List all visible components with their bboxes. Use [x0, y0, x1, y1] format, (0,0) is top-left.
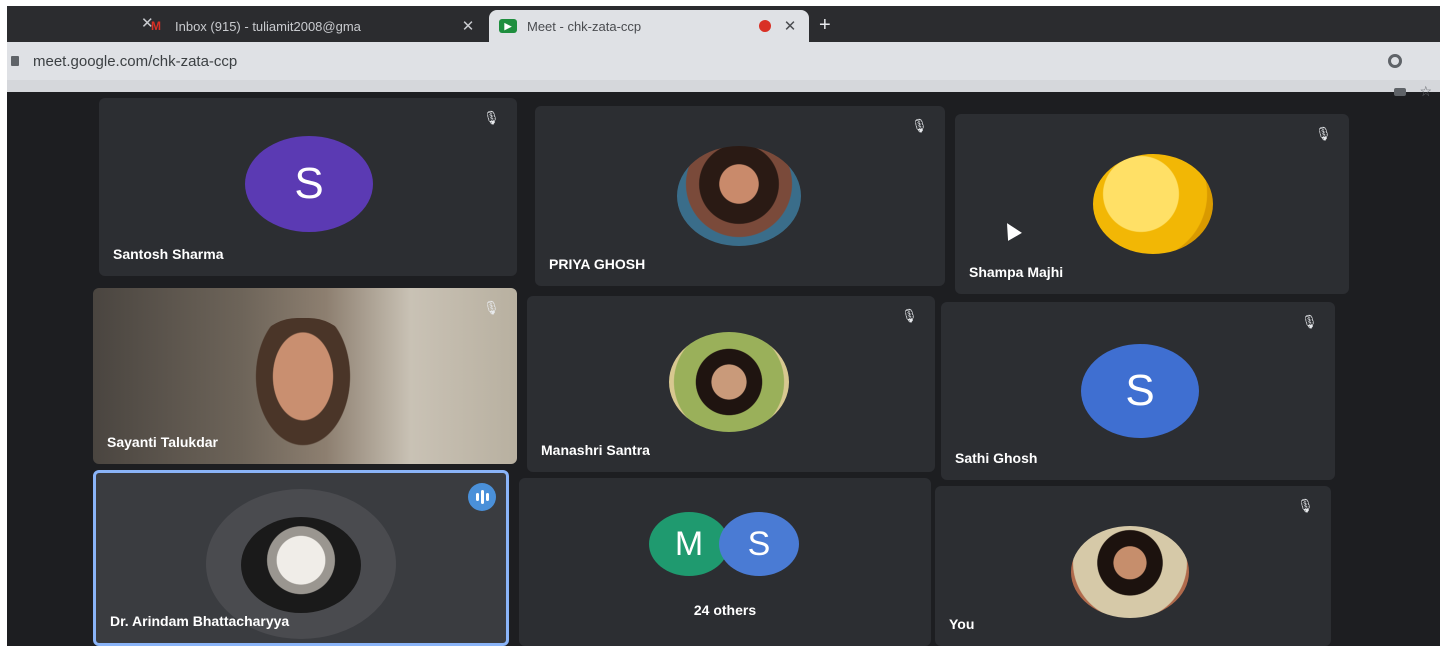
- tab-meet[interactable]: ▶ Meet - chk-zata-ccp ✕: [489, 10, 809, 42]
- avatar: S: [719, 512, 799, 576]
- participant-tile[interactable]: 🎙 S Sathi Ghosh: [941, 302, 1335, 480]
- participant-video-tile[interactable]: 🎙 Sayanti Talukdar: [93, 288, 517, 464]
- participant-tile[interactable]: 🎙 S Santosh Sharma: [99, 98, 517, 276]
- screen: ✕ M Inbox (915) - tuliamit2008@gma ✕ ▶ M…: [7, 6, 1440, 646]
- mouse-cursor-icon: [1000, 219, 1022, 241]
- toolbar-strip: [7, 80, 1440, 92]
- mic-off-icon: 🎙: [1301, 314, 1318, 329]
- browser-tab-strip: ✕ M Inbox (915) - tuliamit2008@gma ✕ ▶ M…: [7, 6, 1440, 42]
- mic-off-icon: 🎙: [1315, 126, 1332, 141]
- new-tab-button[interactable]: +: [819, 14, 831, 37]
- mic-off-icon: 🎙: [1297, 498, 1314, 513]
- tab-title: Inbox (915) - tuliamit2008@gma: [175, 18, 361, 34]
- recording-icon: [759, 20, 771, 32]
- participant-tile[interactable]: 🎙 PRIYA GHOSH: [535, 106, 945, 286]
- gmail-icon: M: [151, 19, 161, 33]
- participant-name: PRIYA GHOSH: [549, 256, 646, 272]
- tab-close-icon[interactable]: ✕: [781, 17, 799, 35]
- avatar: S: [245, 136, 373, 232]
- others-tile[interactable]: M S 24 others: [519, 478, 931, 646]
- participant-name: Santosh Sharma: [113, 246, 224, 262]
- avatar: [1071, 526, 1189, 618]
- mic-off-icon: 🎙: [483, 110, 500, 125]
- tab-close-icon[interactable]: ✕: [459, 17, 477, 35]
- participant-tile-active-speaker[interactable]: Dr. Arindam Bhattacharyya: [93, 470, 509, 646]
- mic-off-icon: 🎙: [901, 308, 918, 323]
- lock-icon: [11, 56, 19, 66]
- participant-name: You: [949, 616, 975, 632]
- participant-name: Shampa Majhi: [969, 264, 1064, 280]
- avatar: M: [649, 512, 729, 576]
- participant-name: Dr. Arindam Bhattacharyya: [110, 613, 290, 629]
- account-icon[interactable]: [1388, 54, 1402, 68]
- avatar: [241, 517, 361, 613]
- others-count: 24 others: [693, 602, 757, 618]
- audio-level-icon: [468, 483, 496, 511]
- participant-tile[interactable]: 🎙 Shampa Majhi: [955, 114, 1349, 294]
- participant-tile-self[interactable]: 🎙 You: [935, 486, 1331, 646]
- meet-icon: ▶: [499, 19, 517, 33]
- mic-off-icon: 🎙: [911, 118, 928, 133]
- participant-name: Manashri Santra: [541, 442, 650, 458]
- participant-name: Sathi Ghosh: [955, 450, 1038, 466]
- smiley-icon: [1093, 154, 1213, 254]
- address-bar[interactable]: meet.google.com/chk-zata-ccp: [7, 42, 1440, 80]
- meeting-grid: 🎙 S Santosh Sharma 🎙 PRIYA GHOSH 🎙 Shamp…: [7, 92, 1440, 646]
- url-text[interactable]: meet.google.com/chk-zata-ccp: [33, 53, 237, 70]
- video-feed: [243, 318, 363, 464]
- avatar: S: [1081, 344, 1199, 438]
- avatar: [669, 332, 789, 432]
- participant-name: Sayanti Talukdar: [107, 434, 219, 450]
- tab-title: Meet - chk-zata-ccp: [527, 18, 642, 34]
- mic-off-icon: 🎙: [483, 300, 500, 315]
- avatar: [677, 146, 801, 246]
- participant-tile[interactable]: 🎙 Manashri Santra: [527, 296, 935, 472]
- tab-inbox[interactable]: M Inbox (915) - tuliamit2008@gma ✕: [137, 10, 487, 42]
